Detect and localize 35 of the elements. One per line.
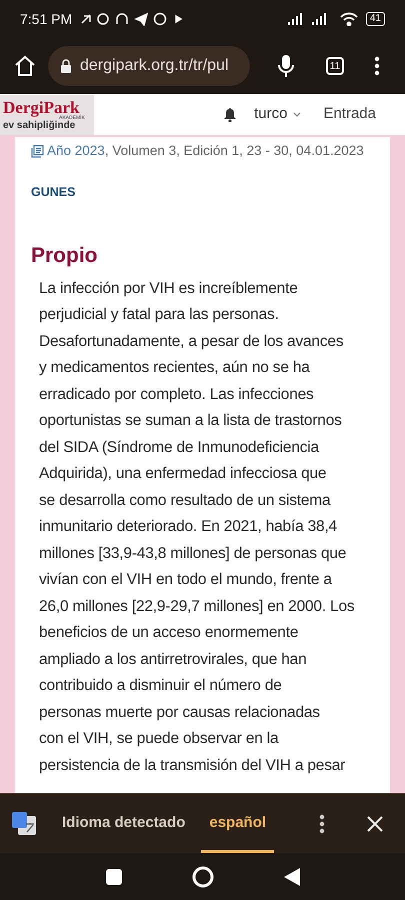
- status-time: 7:51 PM: [20, 10, 72, 28]
- back-icon[interactable]: [284, 868, 300, 886]
- play-icon: [175, 14, 183, 24]
- copy-icon: [31, 144, 44, 158]
- login-link[interactable]: Entrada: [323, 103, 376, 126]
- logo-tagline: ev sahipliğinde: [3, 120, 76, 130]
- address-bar[interactable]: dergipark.org.tr/tr/pul: [48, 46, 250, 86]
- home-icon[interactable]: [192, 866, 214, 888]
- abstract-paragraph: La infección por VIH es increíblemente perjudicial y fatal para las personas. Desafortunadamente, a pesar de los avances y medicamentos recientes, aún no se ha erradicado por completo. Las infecciones oportunistas se suman a la lista de trastornos del SIDA (Síndrome de Inmunodeficiencia Adquirida), una enfermedad infecciosa que se desarrolla como resultado de un sistema inmunitario deteriorado. En 2021, había 38,4 millones [33,9-43,8 millones] de personas que vivían con el VIH en todo el mundo, frente a 26,0 millones [22,9-29,7 millones] en 2000. Los beneficios de un acceso enormemente ampliado a los antirretrovirales, que han contribuido a disminuir el número de personas muerte por causas relacionadas con el VIH, se puede observar en la persistencia de la transmisión del VIH a pesar: [38, 278, 356, 776]
- close-icon[interactable]: [367, 816, 383, 832]
- home-icon[interactable]: [14, 55, 36, 77]
- tab-count-button[interactable]: 11: [326, 57, 344, 75]
- alarm-icon: [97, 13, 109, 25]
- recents-icon[interactable]: [106, 868, 122, 884]
- headphones-icon: [116, 13, 128, 24]
- battery-icon: 41: [366, 12, 385, 26]
- logo-text: DergiPark: [3, 98, 80, 116]
- more-icon[interactable]: [374, 56, 380, 76]
- url-text: dergipark.org.tr/tr/pul: [80, 56, 229, 76]
- language-dropdown[interactable]: turco: [254, 103, 302, 126]
- chevron-icon: [293, 112, 302, 117]
- microphone-icon[interactable]: [278, 54, 294, 78]
- author-link[interactable]: GUNES: [31, 183, 374, 202]
- language-tab[interactable]: Idioma detectado: [54, 794, 194, 853]
- chat-icon: [154, 12, 166, 26]
- telegram-icon: [134, 12, 148, 26]
- bell-icon[interactable]: [224, 108, 236, 122]
- muted-bell-icon: [81, 14, 91, 24]
- year-link[interactable]: Año 2023: [47, 141, 105, 162]
- more-icon[interactable]: [319, 814, 325, 834]
- citation-text: , Volumen 3, Edición 1, 23 - 30, 04.01.2023: [104, 142, 364, 160]
- section-heading: Propio: [31, 243, 98, 269]
- lock-icon: [60, 59, 72, 73]
- translate-icon[interactable]: [12, 812, 36, 836]
- wifi-icon: [340, 12, 358, 26]
